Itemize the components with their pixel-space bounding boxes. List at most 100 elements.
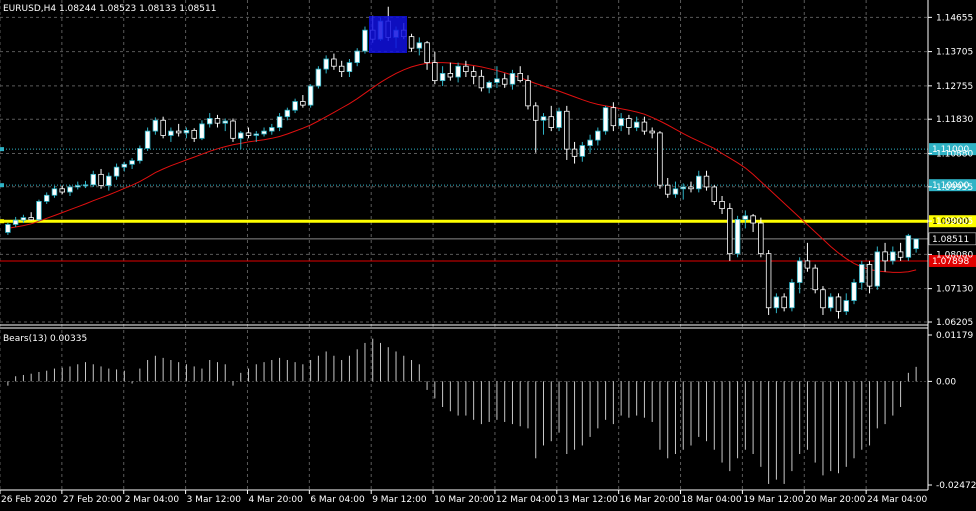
candle-body — [323, 58, 329, 70]
candle-body — [734, 219, 741, 255]
candle — [556, 107, 562, 132]
level-marker — [0, 147, 4, 152]
time-label: 16 Mar 20:00 — [620, 495, 680, 505]
candle-body — [633, 121, 640, 128]
level-marker — [0, 183, 4, 188]
candle-body — [82, 184, 89, 187]
chart-window[interactable]: 1.110001.100001.090001.085111.078981.146… — [0, 0, 976, 511]
candle-body — [206, 118, 213, 125]
candle-body — [897, 251, 904, 258]
price-tick-label: 1.08080 — [936, 250, 973, 260]
candle-body — [602, 107, 609, 132]
candle-body — [657, 132, 663, 186]
candle — [230, 118, 236, 142]
time-label: 27 Feb 20:00 — [63, 495, 122, 505]
candle-body — [416, 42, 423, 49]
candle-body — [455, 65, 461, 78]
time-label: 19 Mar 12:00 — [743, 495, 803, 505]
candle-body — [533, 105, 539, 121]
candle — [307, 84, 314, 108]
candle-body — [564, 110, 570, 150]
time-label: 6 Mar 04:00 — [310, 495, 365, 505]
candle-body — [75, 185, 81, 188]
candle-body — [905, 235, 912, 258]
candle-body — [447, 73, 454, 78]
candle-body — [742, 215, 749, 220]
candle-body — [113, 166, 120, 177]
highlight-box — [369, 16, 407, 53]
candle-body — [90, 173, 97, 186]
candle-body — [680, 186, 686, 190]
candle-body — [463, 65, 469, 73]
candle-body — [664, 184, 671, 195]
price-tick-label: 1.09955 — [936, 183, 973, 193]
candle-body — [517, 73, 523, 82]
candle-body — [331, 58, 337, 67]
candle — [874, 246, 881, 290]
candle-body — [540, 116, 547, 121]
candle-body — [796, 260, 803, 283]
candle — [160, 116, 166, 139]
candle-body — [820, 289, 826, 309]
candle-body — [711, 186, 718, 202]
candle-body — [106, 175, 112, 186]
price-tick-label: 1.13705 — [936, 48, 973, 58]
candle-body — [765, 253, 772, 309]
candle-body — [168, 130, 174, 136]
candle-body — [238, 132, 244, 139]
level-label: 1.08511 — [932, 235, 969, 245]
candle-body — [719, 201, 725, 210]
level-marker — [0, 219, 4, 224]
candle-body — [509, 73, 516, 85]
candle-body — [183, 129, 190, 134]
time-label: 24 Mar 04:00 — [867, 495, 927, 505]
candle — [851, 278, 857, 305]
candle-body — [253, 133, 260, 136]
candle — [315, 66, 322, 89]
candle — [765, 250, 772, 315]
candle — [789, 278, 795, 312]
candle-body — [20, 217, 27, 221]
candle-body — [175, 130, 182, 134]
candle-body — [276, 116, 283, 128]
candle-body — [338, 65, 345, 73]
time-label: 18 Mar 04:00 — [682, 495, 742, 505]
price-tick-label: 1.06205 — [936, 318, 973, 328]
time-label: 2 Mar 04:00 — [125, 495, 180, 505]
time-label: 26 Feb 2020 — [1, 495, 57, 505]
indicator-header: Bears(13) 0.00335 — [3, 334, 87, 344]
candle-body — [346, 62, 353, 73]
time-label: 20 Mar 20:00 — [805, 495, 865, 505]
candle-body — [688, 186, 694, 190]
price-tick-label: 1.14655 — [936, 13, 973, 23]
candle — [525, 75, 531, 110]
candle-body — [144, 130, 151, 149]
chart-background — [0, 0, 976, 511]
candle-body — [587, 139, 593, 146]
candle-body — [432, 62, 438, 82]
candle-body — [703, 175, 710, 188]
candle-body — [672, 188, 679, 195]
candle-body — [649, 130, 655, 134]
candle-body — [913, 238, 919, 250]
candle — [657, 131, 663, 189]
candle-body — [494, 78, 500, 83]
candle-body — [261, 130, 267, 135]
candle-body — [121, 163, 128, 168]
candle-body — [439, 73, 446, 82]
candle-body — [641, 121, 648, 132]
candle-body — [43, 194, 50, 202]
time-label: 13 Mar 12:00 — [558, 495, 618, 505]
candle-body — [269, 127, 275, 132]
candle-body — [12, 219, 19, 225]
time-label: 4 Mar 20:00 — [248, 495, 303, 505]
price-tick-label: 1.10880 — [936, 149, 973, 159]
candle-body — [307, 85, 314, 106]
candle-body — [129, 160, 135, 165]
price-tick-label: 1.07130 — [936, 285, 973, 295]
candle — [734, 215, 741, 258]
candle-body — [300, 101, 306, 106]
candle-body — [230, 120, 236, 139]
candle-body — [214, 118, 221, 124]
candle-body — [890, 251, 896, 262]
